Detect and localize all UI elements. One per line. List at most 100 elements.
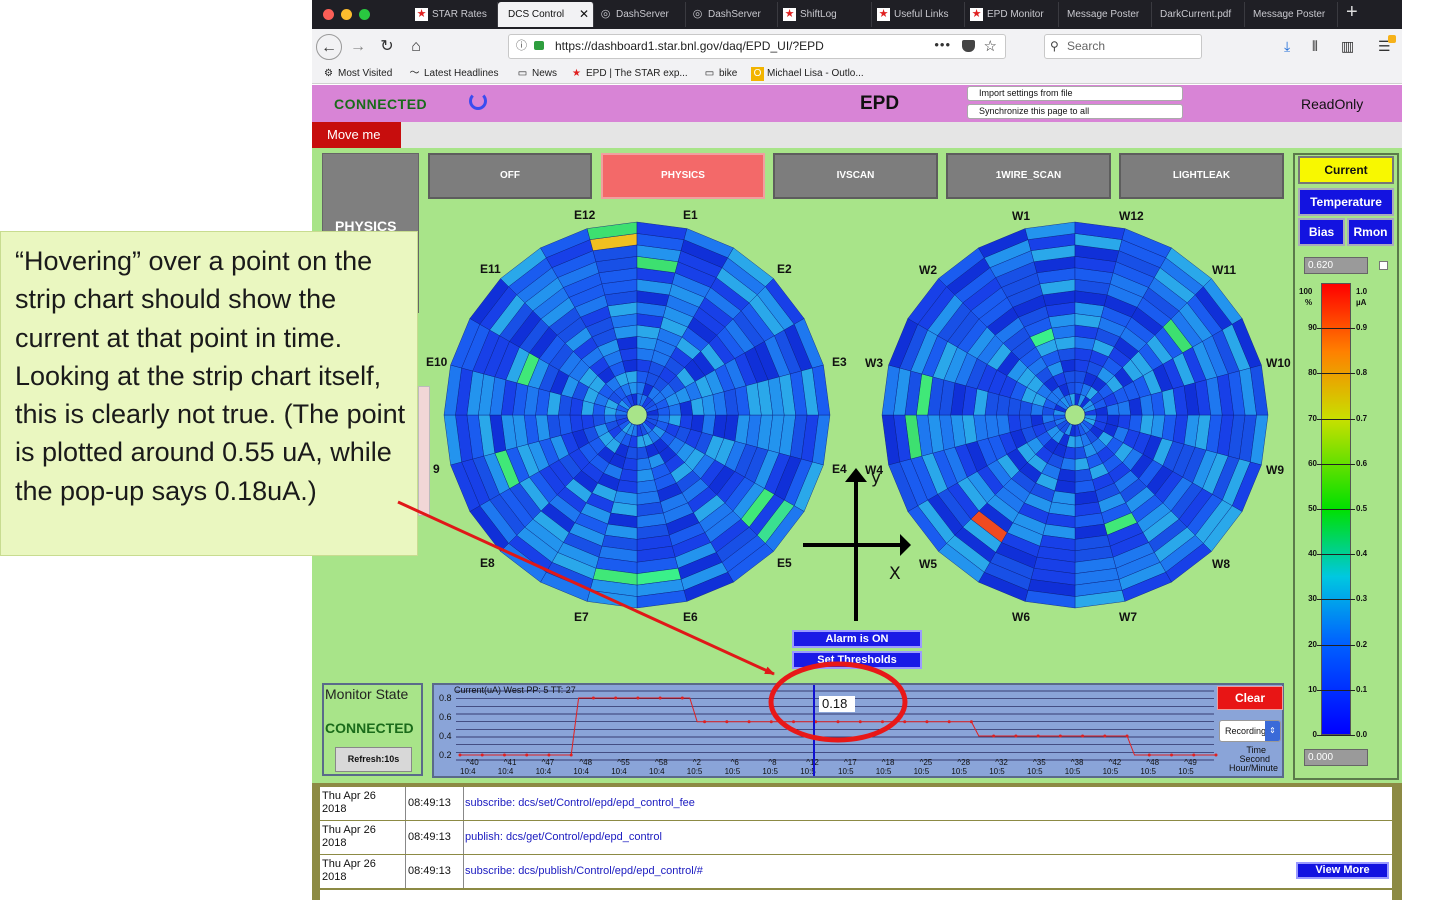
synchronize-page-button[interactable]: Synchronize this page to all — [967, 104, 1183, 119]
tab-darkcurrent-pdf[interactable]: DarkCurrent.pdf — [1152, 2, 1245, 27]
strip-data-point[interactable] — [1192, 753, 1196, 757]
tab-bar: ★ STAR Rates DCS Control ✕ ◎ DashServer … — [312, 0, 1402, 29]
alarm-toggle-button[interactable]: Alarm is ON — [792, 630, 922, 648]
maximize-window-button[interactable] — [359, 9, 370, 20]
strip-data-point[interactable] — [1125, 734, 1129, 738]
close-tab-icon[interactable]: ✕ — [579, 2, 589, 27]
strip-data-point[interactable] — [458, 753, 462, 757]
recording-select[interactable]: Recording ⇕ — [1219, 720, 1281, 742]
bookmark-most-visited[interactable]: ⚙ Most Visited — [322, 67, 392, 81]
strip-data-point[interactable] — [969, 720, 973, 724]
tab-message-poster-2[interactable]: Message Poster — [1245, 2, 1338, 27]
info-icon[interactable]: ⓘ — [516, 35, 527, 58]
tab-epd-monitor[interactable]: ★ EPD Monitor — [965, 2, 1059, 27]
scale-max-input[interactable]: 0.620 — [1304, 257, 1368, 274]
set-thresholds-button[interactable]: Set Thresholds — [792, 651, 922, 669]
strip-data-point[interactable] — [480, 753, 484, 757]
tab-shiftlog[interactable]: ★ ShiftLog — [778, 2, 872, 27]
pocket-icon[interactable] — [962, 40, 975, 52]
bookmark-news[interactable]: ▭ News — [516, 67, 557, 81]
strip-data-point[interactable] — [1081, 734, 1085, 738]
download-icon[interactable]: ⤓ — [1284, 38, 1290, 54]
strip-data-point[interactable] — [858, 720, 862, 724]
reload-button[interactable]: ↻ — [374, 34, 400, 60]
close-window-button[interactable] — [323, 9, 334, 20]
bookmark-epd-star[interactable]: ★ EPD | The STAR exp... — [570, 67, 688, 81]
rss-icon: 〜 — [409, 68, 420, 79]
strip-data-point[interactable] — [1036, 734, 1040, 738]
view-more-button[interactable]: View More — [1296, 862, 1389, 879]
move-me-button[interactable]: Move me — [312, 122, 401, 148]
forward-button[interactable]: → — [345, 34, 371, 60]
tab-star-rates[interactable]: ★ STAR Rates — [410, 2, 498, 27]
log-divider — [463, 787, 464, 820]
sector-label-w10: W10 — [1266, 356, 1291, 370]
current-button[interactable]: Current — [1298, 156, 1394, 184]
strip-data-point[interactable] — [703, 720, 707, 724]
bookmark-latest-headlines[interactable]: 〜 Latest Headlines — [408, 67, 499, 81]
strip-data-point[interactable] — [569, 753, 573, 757]
library-icon[interactable]: ⫴ — [1312, 38, 1318, 54]
sector-label-w3: W3 — [865, 356, 883, 370]
bias-button[interactable]: Bias — [1298, 218, 1345, 246]
strip-data-point[interactable] — [547, 753, 551, 757]
clear-button[interactable]: Clear — [1217, 686, 1283, 710]
log-time: 08:49:13 — [408, 797, 451, 809]
strip-data-point[interactable] — [658, 696, 662, 700]
tab-dcs-control[interactable]: DCS Control ✕ — [498, 2, 594, 27]
search-input[interactable]: ⚲ Search — [1044, 34, 1202, 59]
strip-data-point[interactable] — [1170, 753, 1174, 757]
strip-chart-plot[interactable]: 0.80.60.40.2^4010:4^4110:4^4710:4^4810:4… — [434, 685, 1282, 776]
strip-data-point[interactable] — [880, 720, 884, 724]
tab-message-poster-1[interactable]: Message Poster — [1059, 2, 1152, 27]
bookmark-star-icon[interactable]: ☆ — [984, 35, 997, 58]
strip-x-tick-hour-minute: 10:5 — [1065, 767, 1081, 776]
url-bar[interactable]: ⓘ https://dashboard1.star.bnl.gov/daq/EP… — [508, 34, 1006, 59]
strip-data-point[interactable] — [725, 720, 729, 724]
strip-data-point[interactable] — [947, 720, 951, 724]
bookmarks-toolbar: ⚙ Most Visited 〜 Latest Headlines ▭ News ★ E… — [312, 64, 1402, 84]
strip-data-point[interactable] — [1214, 753, 1218, 757]
minimize-window-button[interactable] — [341, 9, 352, 20]
strip-data-point[interactable] — [591, 696, 595, 700]
tab-dashserver-2[interactable]: ◎ DashServer — [686, 2, 778, 27]
temperature-button[interactable]: Temperature — [1298, 188, 1394, 216]
home-button[interactable]: ⌂ — [403, 34, 429, 60]
strip-data-point[interactable] — [502, 753, 506, 757]
strip-data-point[interactable] — [525, 753, 529, 757]
strip-data-point[interactable] — [792, 720, 796, 724]
strip-data-point[interactable] — [680, 696, 684, 700]
strip-data-point[interactable] — [992, 734, 996, 738]
strip-data-point[interactable] — [747, 720, 751, 724]
strip-data-point[interactable] — [1147, 753, 1151, 757]
autoscale-checkbox[interactable] — [1379, 261, 1388, 270]
color-scale-tick-line — [1317, 418, 1355, 420]
sidebar-icon[interactable]: ▥ — [1341, 38, 1354, 54]
page-actions-icon[interactable]: ••• — [934, 33, 951, 56]
strip-data-point[interactable] — [925, 720, 929, 724]
back-button[interactable]: ← — [316, 34, 342, 60]
import-settings-button[interactable]: Import settings from file — [967, 86, 1183, 101]
strip-x-tick-hour-minute: 10:4 — [649, 767, 665, 776]
strip-data-point[interactable] — [614, 696, 618, 700]
rmon-button[interactable]: Rmon — [1347, 218, 1394, 246]
strip-data-point[interactable] — [903, 720, 907, 724]
tab-dashserver-1[interactable]: ◎ DashServer — [594, 2, 686, 27]
bookmark-outlook[interactable]: O Michael Lisa - Outlo... — [751, 67, 864, 81]
scale-min-input[interactable]: 0.000 — [1304, 749, 1368, 766]
strip-x-tick-second: ^28 — [957, 758, 970, 767]
new-tab-button[interactable]: + — [1346, 1, 1358, 24]
bookmark-bike[interactable]: ▭ bike — [703, 67, 738, 81]
tab-useful-links[interactable]: ★ Useful Links — [872, 2, 965, 27]
strip-data-point[interactable] — [1014, 734, 1018, 738]
strip-y-tick: 0.4 — [439, 731, 452, 741]
strip-data-point[interactable] — [769, 720, 773, 724]
strip-chart[interactable]: 0.8 0.6 0.4 0.2 ^40 10:4 ^41 10:4 ^47 10:4 ^48 10:4… — [432, 683, 1284, 778]
strip-data-point[interactable] — [836, 720, 840, 724]
strip-data-point[interactable] — [1058, 734, 1062, 738]
refresh-interval-button[interactable]: Refresh:10s — [335, 747, 412, 772]
east-wheel[interactable] — [443, 221, 831, 609]
strip-data-point[interactable] — [1103, 734, 1107, 738]
strip-data-point[interactable] — [636, 696, 640, 700]
west-wheel[interactable] — [881, 221, 1269, 609]
